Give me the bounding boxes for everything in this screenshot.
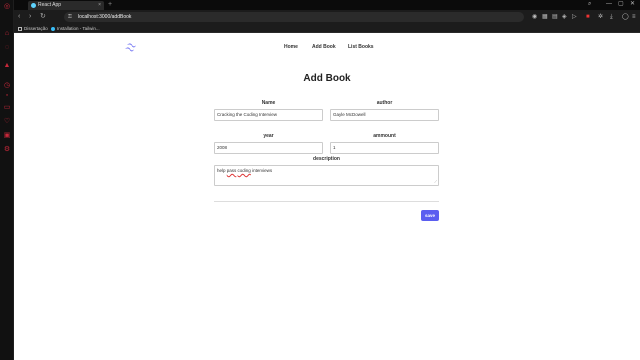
- bookmarks-bar: Dissertação Installation - Tailwin...: [14, 24, 640, 33]
- tailwind-icon: [51, 26, 55, 31]
- player-icon[interactable]: ▷: [572, 13, 577, 21]
- bookmark-label: Installation - Tailwin...: [57, 26, 100, 31]
- description-label: description: [313, 156, 340, 162]
- profile-icon[interactable]: ◯: [622, 13, 629, 21]
- resize-handle-icon[interactable]: ⟋: [434, 180, 437, 184]
- folder-icon: [18, 26, 22, 31]
- nav-home-link[interactable]: Home: [284, 44, 298, 50]
- bookmark-installation[interactable]: Installation - Tailwin...: [51, 25, 100, 32]
- download-icon[interactable]: ⤓: [610, 13, 613, 21]
- search-tabs-icon[interactable]: ⌕: [588, 1, 591, 8]
- save-button[interactable]: save: [421, 210, 439, 221]
- sidebar-heart-icon[interactable]: ♡: [3, 118, 11, 126]
- year-input[interactable]: 2008: [214, 142, 323, 154]
- nav-list-books-link[interactable]: List Books: [348, 44, 374, 50]
- reload-icon[interactable]: ↻: [40, 13, 46, 21]
- sidebar-clock-icon[interactable]: ◷: [3, 82, 11, 90]
- tab-title: React App: [38, 2, 62, 8]
- menu-icon[interactable]: ≡: [632, 13, 636, 21]
- web-page: Home Add Book List Books Add Book Name a…: [14, 33, 640, 360]
- description-textarea[interactable]: help pass coding interviews ⟋: [214, 165, 439, 186]
- sidebar-chat-icon[interactable]: ▭: [3, 104, 11, 112]
- screen: ◎ ⌂ ◌ ▲ ◷ ▫ ▭ ♡ ▣ ⚙ React App × + ⌕ — ▢ …: [0, 0, 640, 360]
- author-input[interactable]: Gayle McDowell: [330, 109, 439, 121]
- ammount-label: ammount: [373, 133, 396, 139]
- sidebar-settings-icon[interactable]: ⚙: [3, 146, 11, 154]
- sidebar-bookmark-icon[interactable]: ▫: [3, 92, 11, 100]
- address-bar[interactable]: ⚿ localhost:3000/addBook: [64, 12, 524, 22]
- sidebar-aria-icon[interactable]: ◌: [3, 44, 11, 52]
- url-text: localhost:3000/addBook: [78, 14, 132, 20]
- wallet-icon[interactable]: ▤: [552, 13, 558, 21]
- author-label: author: [376, 100, 393, 106]
- maximize-icon[interactable]: ▢: [618, 1, 624, 8]
- spell-error-word: pass: [226, 168, 237, 173]
- tab-close-icon[interactable]: ×: [98, 2, 101, 9]
- forward-icon[interactable]: ›: [29, 13, 31, 21]
- bookmark-dissertacao[interactable]: Dissertação: [18, 25, 48, 32]
- react-favicon-icon: [31, 3, 36, 8]
- tailwind-logo-icon[interactable]: [124, 42, 138, 52]
- nav-add-book-link[interactable]: Add Book: [312, 44, 336, 50]
- page-title: Add Book: [303, 73, 351, 84]
- spell-error-word: coding: [237, 168, 251, 173]
- year-label: year: [263, 133, 274, 139]
- description-text: help: [217, 168, 227, 173]
- name-input[interactable]: Cracking the Coding Interview: [214, 109, 323, 121]
- ammount-input[interactable]: 1: [330, 142, 439, 154]
- description-text: interviews: [250, 168, 273, 173]
- sidebar-home-icon[interactable]: ⌂: [3, 30, 11, 38]
- site-info-icon[interactable]: ⚿: [68, 14, 72, 20]
- navigation-bar: ‹ › ↻ ⚿ localhost:3000/addBook ◉ ▦ ▤ ◈ ▷…: [14, 10, 640, 24]
- camera-icon[interactable]: ◉: [532, 13, 537, 21]
- bookmark-label: Dissertação: [24, 26, 48, 31]
- name-label: Name: [261, 100, 276, 106]
- adblock-icon[interactable]: ■: [586, 13, 590, 21]
- browser-sidebar: ◎ ⌂ ◌ ▲ ◷ ▫ ▭ ♡ ▣ ⚙: [0, 0, 14, 360]
- back-icon[interactable]: ‹: [18, 13, 20, 21]
- form-divider: [214, 201, 439, 202]
- snapshot-icon[interactable]: ◈: [562, 13, 567, 21]
- new-tab-button[interactable]: +: [108, 1, 112, 9]
- close-window-icon[interactable]: ✕: [630, 1, 635, 8]
- sidebar-ai-icon[interactable]: ▲: [3, 62, 11, 70]
- extension-icon[interactable]: ▦: [542, 13, 548, 21]
- sidebar-box-icon[interactable]: ▣: [3, 132, 11, 140]
- tab-strip: React App × + ⌕ — ▢ ✕: [14, 0, 640, 10]
- tab-react-app[interactable]: React App ×: [28, 1, 104, 10]
- browser-logo-icon[interactable]: ◎: [3, 3, 11, 11]
- minimize-icon[interactable]: —: [606, 1, 612, 8]
- puzzle-icon[interactable]: ✲: [598, 13, 603, 21]
